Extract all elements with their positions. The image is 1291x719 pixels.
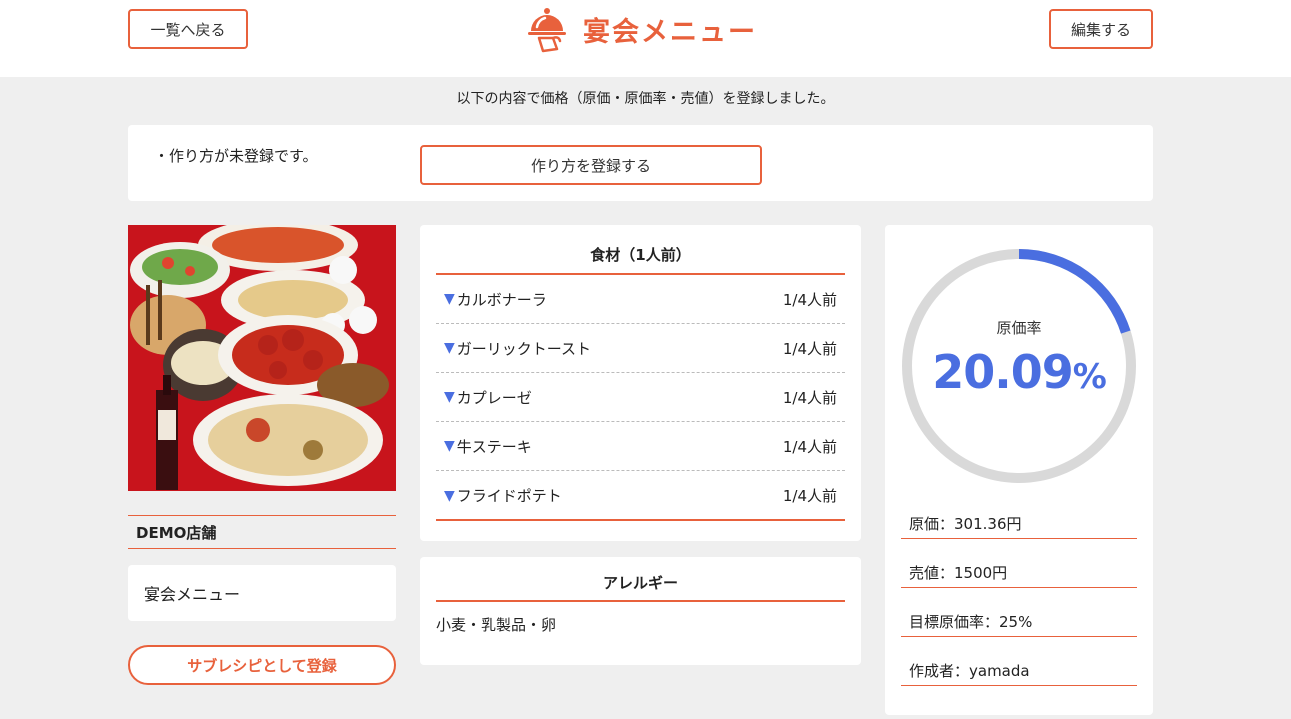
author: 作成者：yamada (901, 656, 1137, 686)
ingredient-row[interactable]: ▼ カプレーゼ 1/4人前 (436, 373, 845, 422)
cost-rate-value: 20.09% (885, 345, 1153, 399)
store-name: DEMO店舗 (128, 515, 396, 549)
ingredients-bottom-divider (436, 519, 845, 521)
triangle-down-icon: ▼ (444, 291, 455, 307)
cost-rate-number: 20.09 (932, 345, 1074, 399)
register-as-subrecipe-button[interactable]: サブレシピとして登録 (128, 645, 396, 685)
allergy-title: アレルギー (602, 574, 678, 592)
ingredient-name: ガーリックトースト (456, 339, 592, 358)
ingredient-row[interactable]: ▼ 牛ステーキ 1/4人前 (436, 422, 845, 471)
edit-button[interactable]: 編集する (1049, 9, 1153, 49)
ingredient-row[interactable]: ▼ フライドポテト 1/4人前 (436, 471, 845, 520)
ingredient-quantity: 1/4人前 (782, 339, 837, 358)
cost-rate-label: 原価率 (996, 319, 1042, 337)
allergy-list: 小麦・乳製品・卵 (436, 616, 557, 634)
app-header: 一覧へ戻る 宴会メニュー 編集する (0, 0, 1291, 77)
warning-panel: ・作り方が未登録です。 作り方を登録する (128, 125, 1153, 201)
howto-missing-message: ・作り方が未登録です。 (154, 147, 318, 165)
ingredient-row[interactable]: ▼ ガーリックトースト 1/4人前 (436, 324, 845, 373)
allergy-card: アレルギー 小麦・乳製品・卵 (420, 557, 861, 665)
ingredient-quantity: 1/4人前 (782, 487, 837, 505)
ingredient-quantity: 1/4人前 (782, 290, 837, 309)
target-cost-rate: 目標原価率：25% (901, 607, 1137, 637)
registration-notice: 以下の内容で価格（原価・原価率・売値）を登録しました。 (456, 91, 835, 107)
ingredients-card: 食材（1人前） ▼ カルボナーラ 1/4人前 ▼ ガーリックトースト 1/4人前 ▼… (420, 225, 861, 541)
cost-card: 原価率 20.09% 原価：301.36円 売値：1500円 目標原価率：25%… (885, 225, 1153, 715)
cloche-icon (528, 8, 566, 53)
cost-rate-unit: % (1072, 357, 1107, 397)
selling-price: 売値：1500円 (901, 558, 1137, 588)
dish-photo (128, 225, 396, 491)
triangle-down-icon: ▼ (444, 438, 455, 454)
ingredient-name: カルボナーラ (456, 290, 547, 309)
app-logo: 宴会メニュー (525, 4, 757, 54)
triangle-down-icon: ▼ (444, 389, 455, 405)
register-howto-button[interactable]: 作り方を登録する (420, 145, 762, 185)
ingredients-title: 食材（1人前） (590, 246, 691, 264)
ingredient-name: 牛ステーキ (456, 437, 532, 456)
ingredient-quantity: 1/4人前 (782, 388, 837, 407)
allergy-title-divider (436, 600, 845, 602)
menu-name: 宴会メニュー (128, 565, 396, 621)
ingredient-name: フライドポテト (456, 487, 562, 505)
ingredient-quantity: 1/4人前 (782, 437, 837, 456)
back-to-list-button[interactable]: 一覧へ戻る (128, 9, 248, 49)
ingredient-row[interactable]: ▼ カルボナーラ 1/4人前 (436, 275, 845, 324)
ingredient-name: カプレーゼ (456, 388, 532, 407)
triangle-down-icon: ▼ (444, 487, 455, 504)
app-title: 宴会メニュー (583, 16, 757, 48)
ingredients-list: ▼ カルボナーラ 1/4人前 ▼ ガーリックトースト 1/4人前 ▼ カプレーゼ 1/… (436, 275, 845, 520)
triangle-down-icon: ▼ (444, 340, 455, 356)
cost-price: 原価：301.36円 (901, 509, 1137, 539)
